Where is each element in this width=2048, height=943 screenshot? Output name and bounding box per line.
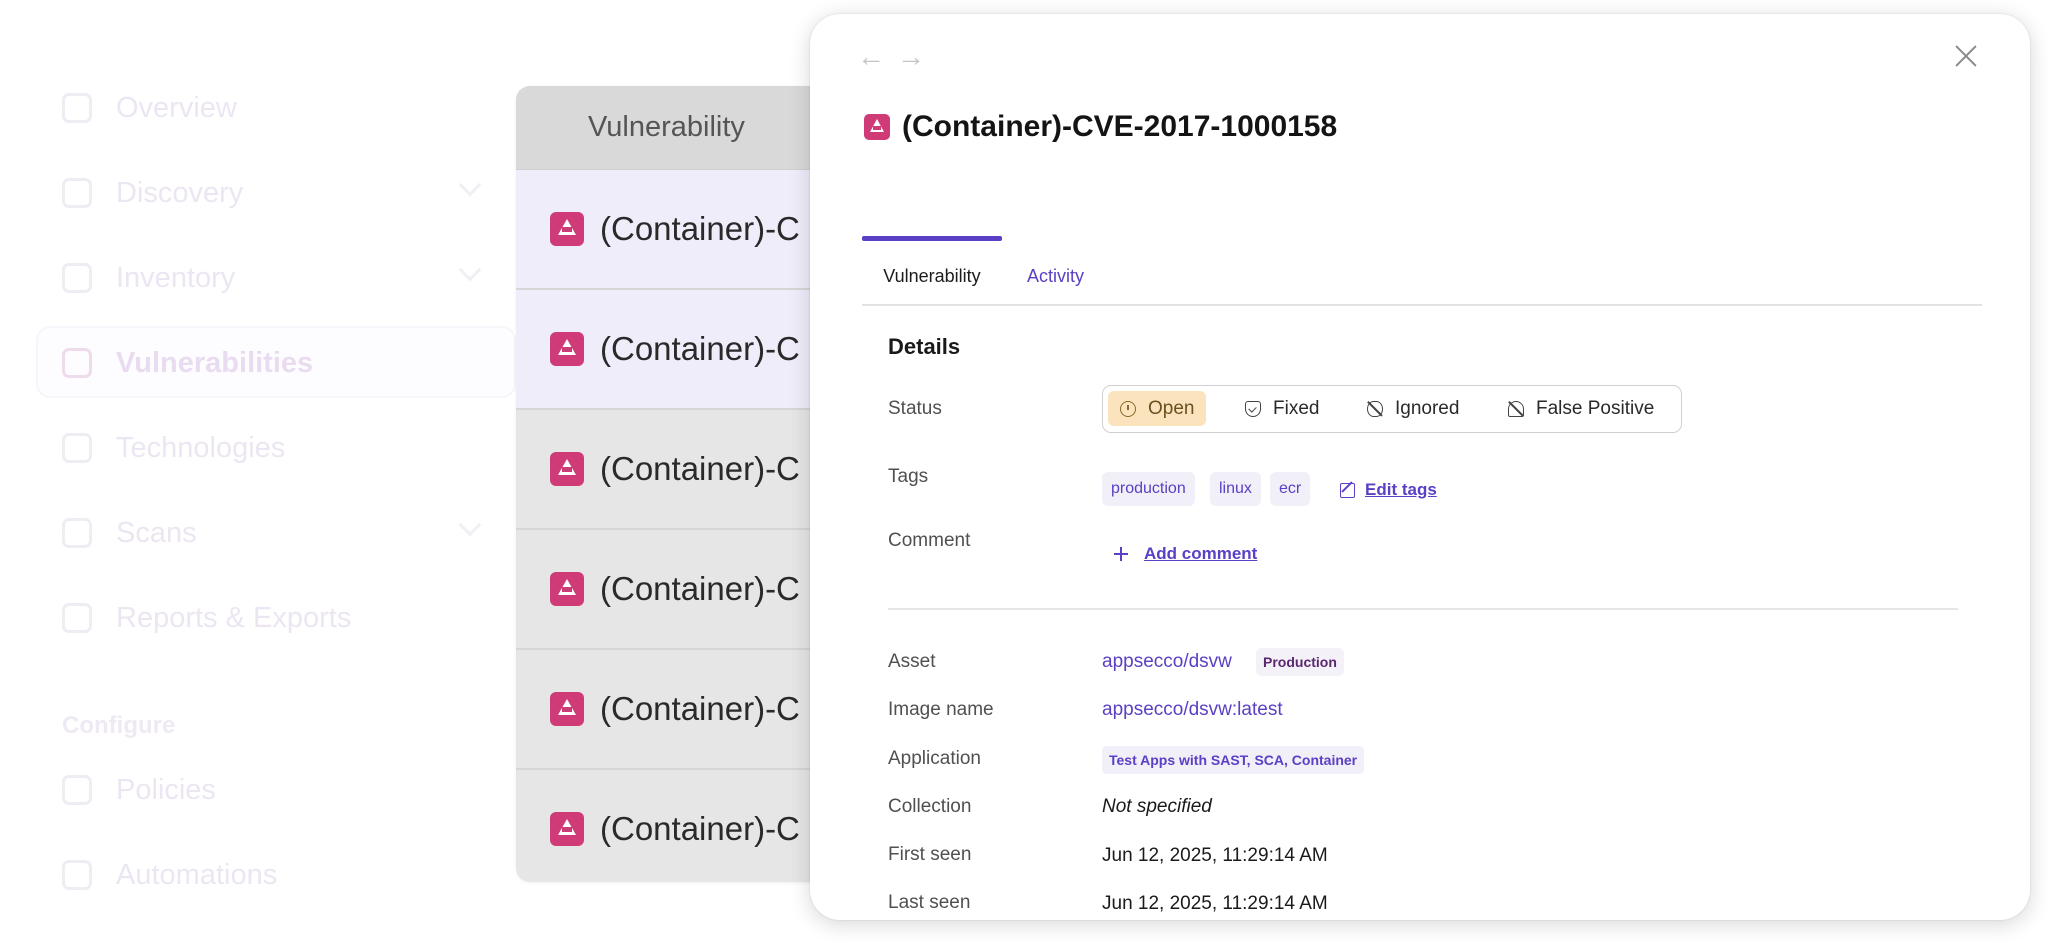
application-label: Application bbox=[888, 748, 981, 769]
shield-icon bbox=[62, 775, 92, 805]
edit-tags-link[interactable]: Edit tags bbox=[1340, 480, 1437, 500]
broadcast-icon bbox=[62, 518, 92, 548]
severity-high-icon bbox=[550, 812, 584, 846]
severity-high-icon bbox=[864, 114, 890, 140]
tab-bar: Vulnerability Activity bbox=[862, 236, 1982, 306]
pencil-icon bbox=[1340, 482, 1355, 498]
last-seen-value: Jun 12, 2025, 11:29:14 AM bbox=[1102, 893, 1328, 914]
first-seen-label: First seen bbox=[888, 844, 972, 865]
table-row[interactable]: (Container)-C bbox=[516, 770, 856, 882]
drawer-title-row: (Container)-CVE-2017-1000158 bbox=[864, 110, 1337, 144]
tag-chip: ecr bbox=[1270, 472, 1311, 506]
details-heading: Details bbox=[888, 334, 961, 359]
close-icon[interactable] bbox=[1948, 38, 1984, 74]
collection-label: Collection bbox=[888, 796, 972, 817]
image-name-label: Image name bbox=[888, 699, 994, 720]
sidebar-item-automations[interactable]: Automations bbox=[62, 847, 277, 903]
chevron-down-icon bbox=[458, 258, 482, 282]
sidebar-item-scans[interactable]: Scans bbox=[62, 505, 482, 561]
sidebar-item-policies[interactable]: Policies bbox=[62, 762, 216, 818]
asset-link[interactable]: appsecco/dsvw bbox=[1102, 651, 1232, 673]
severity-high-icon bbox=[550, 212, 584, 246]
eye-off-icon bbox=[1367, 400, 1383, 417]
first-seen-value: Jun 12, 2025, 11:29:14 AM bbox=[1102, 845, 1328, 866]
sidebar-item-technologies[interactable]: Technologies bbox=[62, 420, 285, 476]
image-name-link[interactable]: appsecco/dsvw:latest bbox=[1102, 699, 1283, 721]
tag-chip: linux bbox=[1210, 472, 1261, 506]
table-row[interactable]: (Container)-C bbox=[516, 170, 856, 290]
alert-circle-icon bbox=[1120, 400, 1136, 417]
vulnerabilities-table: Vulnerability (Container)-C (Container)-… bbox=[516, 86, 856, 882]
status-ignored-option[interactable]: Ignored bbox=[1355, 391, 1471, 426]
tags-label: Tags bbox=[888, 466, 929, 487]
collection-value: Not specified bbox=[1102, 796, 1212, 817]
table-header-vulnerability[interactable]: Vulnerability bbox=[516, 86, 856, 170]
table-row[interactable]: (Container)-C bbox=[516, 530, 856, 650]
sidebar-item-inventory[interactable]: Inventory bbox=[62, 250, 482, 306]
comment-label: Comment bbox=[888, 530, 971, 551]
automation-icon bbox=[62, 860, 92, 890]
shield-check-icon bbox=[1245, 400, 1261, 417]
overview-icon bbox=[62, 93, 92, 123]
table-row[interactable]: (Container)-C bbox=[516, 410, 856, 530]
page-title: (Container)-CVE-2017-1000158 bbox=[902, 110, 1338, 143]
table-row[interactable]: (Container)-C bbox=[516, 290, 856, 410]
asset-label: Asset bbox=[888, 651, 936, 672]
status-false-positive-option[interactable]: False Positive bbox=[1496, 391, 1666, 426]
sidebar-item-reports-exports[interactable]: Reports & Exports bbox=[62, 590, 351, 646]
sidebar-section-configure: Configure bbox=[62, 712, 176, 739]
sidebar: Overview Discovery Inventory Vulnerabili… bbox=[0, 0, 516, 943]
status-segmented-control: Open Fixed Ignored False Positive bbox=[1102, 385, 1682, 433]
severity-high-icon bbox=[550, 692, 584, 726]
environment-badge: Production bbox=[1256, 648, 1344, 676]
severity-high-icon bbox=[550, 332, 584, 366]
back-arrow-icon[interactable]: ← bbox=[856, 42, 886, 72]
status-open-option[interactable]: Open bbox=[1108, 391, 1207, 426]
sidebar-item-vulnerabilities[interactable]: Vulnerabilities bbox=[62, 335, 313, 391]
divider bbox=[888, 608, 1958, 610]
tab-activity[interactable]: Activity bbox=[1027, 266, 1084, 287]
application-badge[interactable]: Test Apps with SAST, SCA, Container bbox=[1102, 746, 1365, 774]
tag-chip: production bbox=[1102, 472, 1195, 506]
add-comment-link[interactable]: Add comment bbox=[1114, 544, 1257, 564]
vulnerability-detail-drawer: ← → (Container)-CVE-2017-1000158 Vulnera… bbox=[810, 14, 2030, 920]
table-row[interactable]: (Container)-C bbox=[516, 650, 856, 770]
technologies-icon bbox=[62, 433, 92, 463]
bell-off-icon bbox=[1508, 400, 1524, 417]
tab-vulnerability[interactable]: Vulnerability bbox=[862, 236, 1002, 287]
last-seen-label: Last seen bbox=[888, 892, 971, 913]
chevron-down-icon bbox=[458, 513, 482, 537]
severity-high-icon bbox=[550, 572, 584, 606]
rocket-icon bbox=[62, 178, 92, 208]
document-icon bbox=[62, 603, 92, 633]
sidebar-item-overview[interactable]: Overview bbox=[62, 80, 237, 136]
sidebar-item-discovery[interactable]: Discovery bbox=[62, 165, 482, 221]
chevron-down-icon bbox=[458, 173, 482, 197]
layers-icon bbox=[62, 263, 92, 293]
forward-arrow-icon[interactable]: → bbox=[896, 42, 926, 72]
bug-icon bbox=[62, 348, 92, 378]
plus-icon bbox=[1114, 547, 1128, 561]
status-label: Status bbox=[888, 398, 942, 419]
severity-high-icon bbox=[550, 452, 584, 486]
status-fixed-option[interactable]: Fixed bbox=[1233, 391, 1331, 426]
